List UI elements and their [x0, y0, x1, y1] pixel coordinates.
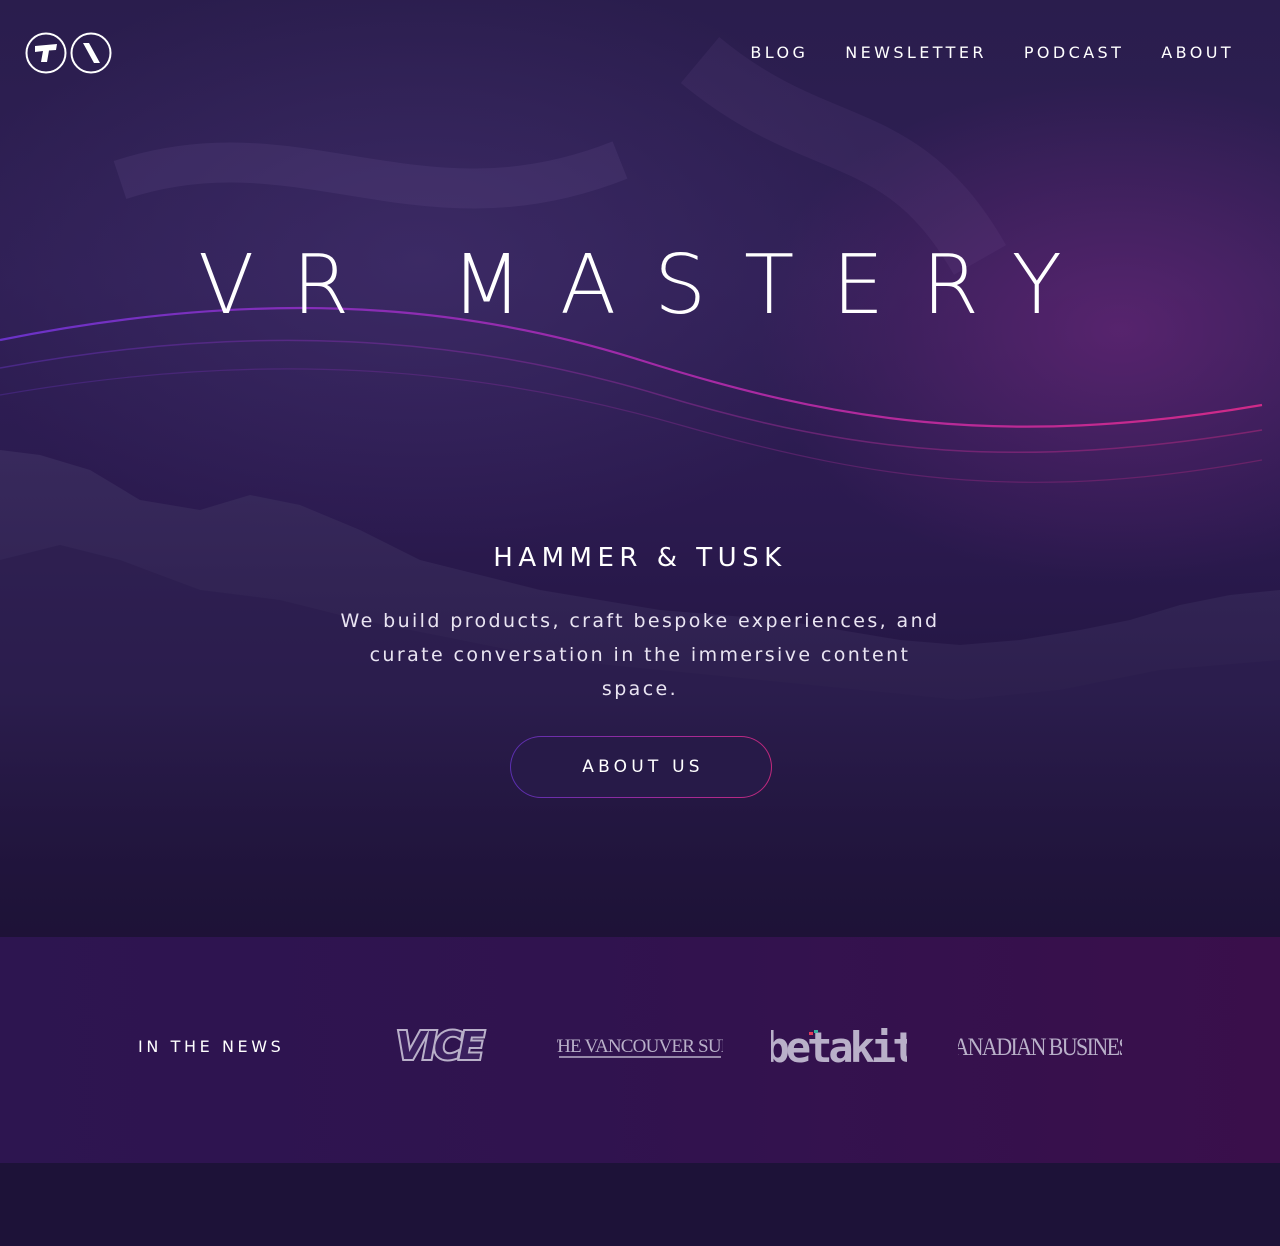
- footer-strip: [0, 1163, 1280, 1246]
- svg-text:betakit: betakit: [771, 1024, 907, 1068]
- betakit-logo[interactable]: betakit: [771, 1024, 907, 1068]
- nav-about[interactable]: ABOUT: [1161, 43, 1234, 63]
- in-the-news-label: IN THE NEWS: [138, 1037, 285, 1056]
- in-the-news-section: IN THE NEWS VICE THE VANCOUVER SUN betak…: [0, 937, 1280, 1163]
- nav-blog[interactable]: BLOG: [750, 43, 808, 63]
- hero-tagline: We build products, craft bespoke experie…: [340, 610, 940, 700]
- main-nav: BLOG NEWSLETTER PODCAST ABOUT: [750, 43, 1234, 63]
- hero-title: VR MASTERY: [198, 238, 1100, 333]
- brand-name: HAMMER & TUSK: [493, 543, 787, 573]
- vancouver-sun-logo[interactable]: THE VANCOUVER SUN: [557, 1031, 723, 1061]
- vice-logo[interactable]: VICE: [372, 1024, 506, 1068]
- about-us-button-label: ABOUT US: [582, 757, 704, 777]
- nav-newsletter[interactable]: NEWSLETTER: [845, 43, 987, 63]
- about-us-button[interactable]: ABOUT US: [510, 736, 772, 798]
- nav-podcast[interactable]: PODCAST: [1024, 43, 1124, 63]
- svg-text:THE VANCOUVER SUN: THE VANCOUVER SUN: [557, 1036, 723, 1057]
- canadian-business-logo[interactable]: CANADIAN BUSINESS: [958, 1031, 1122, 1061]
- ta-monogram-icon[interactable]: [25, 31, 113, 75]
- hero-section: BLOG NEWSLETTER PODCAST ABOUT VR MASTERY…: [0, 0, 1280, 937]
- svg-text:CANADIAN BUSINESS: CANADIAN BUSINESS: [958, 1034, 1122, 1061]
- svg-text:VICE: VICE: [396, 1024, 484, 1068]
- page: BLOG NEWSLETTER PODCAST ABOUT VR MASTERY…: [0, 0, 1280, 1246]
